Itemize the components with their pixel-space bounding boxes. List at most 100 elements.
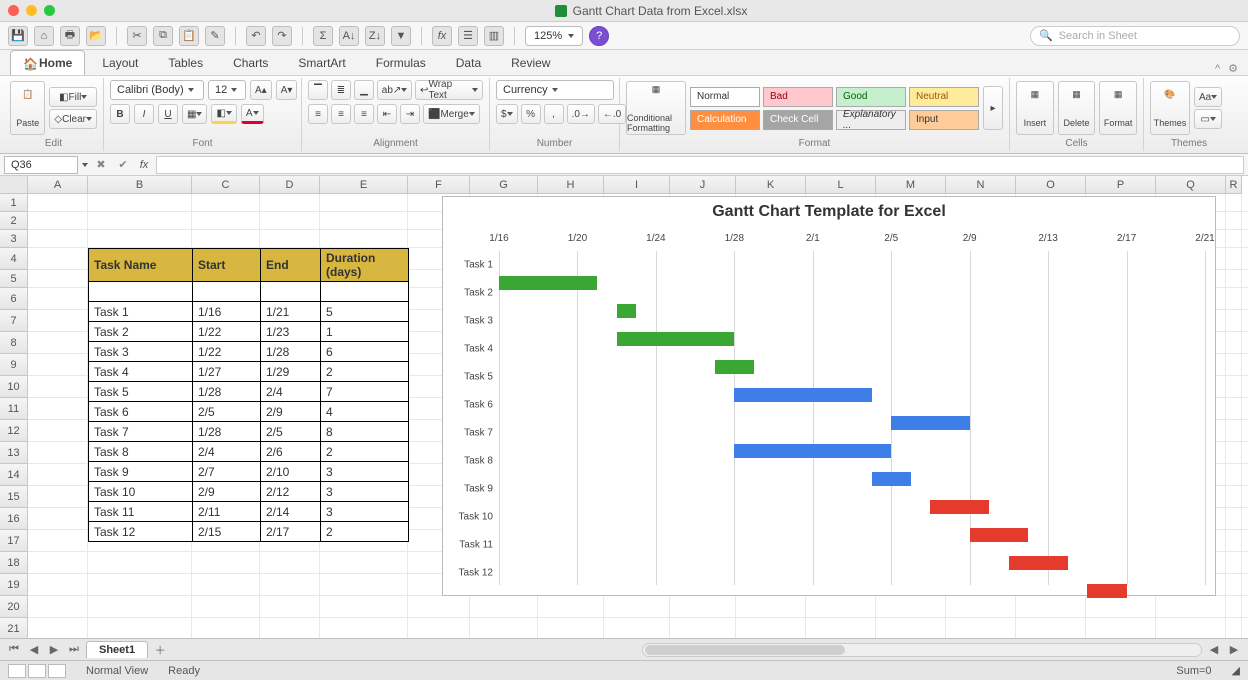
style-normal[interactable]: Normal	[690, 87, 760, 107]
cell[interactable]: 2/9	[193, 482, 261, 502]
copy-icon[interactable]: ⧉	[153, 26, 173, 46]
add-sheet-icon[interactable]: ＋	[152, 642, 168, 658]
row-header-20[interactable]: 20	[0, 596, 28, 618]
cell-styles-gallery[interactable]: Normal Bad Good Neutral	[690, 87, 979, 107]
column-header-D[interactable]: D	[260, 176, 320, 194]
select-all-corner[interactable]	[0, 176, 28, 194]
gantt-bar[interactable]	[970, 528, 1029, 542]
font-name-dropdown[interactable]: Calibri (Body)	[110, 80, 204, 100]
cell[interactable]: Task 11	[89, 502, 193, 522]
cell[interactable]: Task Name	[89, 249, 193, 282]
column-header-O[interactable]: O	[1016, 176, 1086, 194]
cell[interactable]: Task 2	[89, 322, 193, 342]
clear-button[interactable]: ◇ Clear	[49, 109, 97, 129]
cell[interactable]: 2/10	[261, 462, 321, 482]
cell[interactable]: 1/23	[261, 322, 321, 342]
ribbon-tab-smartart[interactable]: SmartArt	[285, 50, 358, 75]
fill-button[interactable]: ◧ Fill	[49, 87, 97, 107]
cell[interactable]: 2	[321, 522, 409, 542]
percent-icon[interactable]: %	[521, 104, 541, 124]
cell[interactable]: 1/28	[193, 422, 261, 442]
align-right-icon[interactable]: ≡	[354, 104, 374, 124]
enter-formula-icon[interactable]: ✔	[114, 158, 132, 171]
home-icon[interactable]: ⌂	[34, 26, 54, 46]
cell[interactable]: Task 10	[89, 482, 193, 502]
column-header-I[interactable]: I	[604, 176, 670, 194]
gantt-bar[interactable]	[930, 500, 989, 514]
row-header-3[interactable]: 3	[0, 230, 28, 248]
sort-desc-icon[interactable]: Z↓	[365, 26, 385, 46]
sort-asc-icon[interactable]: A↓	[339, 26, 359, 46]
cell[interactable]: 4	[321, 402, 409, 422]
style-bad[interactable]: Bad	[763, 87, 833, 107]
style-good[interactable]: Good	[836, 87, 906, 107]
format-painter-icon[interactable]: ✎	[205, 26, 225, 46]
row-header-9[interactable]: 9	[0, 354, 28, 376]
close-icon[interactable]	[8, 5, 19, 16]
cell[interactable]: 1/22	[193, 322, 261, 342]
column-header-G[interactable]: G	[470, 176, 538, 194]
insert-cells-button[interactable]: ▦Insert	[1016, 81, 1054, 135]
zoom-dropdown[interactable]: 125%	[525, 26, 583, 46]
cell[interactable]: Task 6	[89, 402, 193, 422]
cell[interactable]: 6	[321, 342, 409, 362]
row-header-4[interactable]: 4	[0, 248, 28, 270]
cell[interactable]: Task 9	[89, 462, 193, 482]
undo-icon[interactable]: ↶	[246, 26, 266, 46]
cell[interactable]: 2/4	[193, 442, 261, 462]
cell[interactable]: Task 5	[89, 382, 193, 402]
cell[interactable]: 1/16	[193, 302, 261, 322]
open-icon[interactable]: 📂	[86, 26, 106, 46]
cell[interactable]: End	[261, 249, 321, 282]
grid-cells[interactable]: Task NameStartEndDuration (days)Task 11/…	[28, 194, 1248, 638]
merge-button[interactable]: ⬛ Merge	[423, 104, 480, 124]
paste-button[interactable]: 📋Paste	[10, 81, 45, 135]
gantt-bar[interactable]	[617, 332, 735, 346]
search-input[interactable]: 🔍 Search in Sheet	[1030, 26, 1240, 46]
gantt-bar[interactable]	[499, 276, 597, 290]
cell[interactable]: 2/5	[261, 422, 321, 442]
row-header-17[interactable]: 17	[0, 530, 28, 552]
comma-icon[interactable]: ,	[544, 104, 564, 124]
format-cells-button[interactable]: ▦Format	[1099, 81, 1137, 135]
cell[interactable]: Task 4	[89, 362, 193, 382]
normal-view-icon[interactable]	[8, 664, 26, 678]
wrap-text-button[interactable]: ↩ Wrap Text	[415, 80, 483, 100]
cell[interactable]: 1/22	[193, 342, 261, 362]
cell[interactable]: 2/5	[193, 402, 261, 422]
style-input[interactable]: Input	[909, 110, 979, 130]
column-header-F[interactable]: F	[408, 176, 470, 194]
column-header-H[interactable]: H	[538, 176, 604, 194]
cell[interactable]: 2/6	[261, 442, 321, 462]
cell[interactable]: Start	[193, 249, 261, 282]
row-header-12[interactable]: 12	[0, 420, 28, 442]
scroll-right-icon[interactable]: ▶	[1226, 643, 1242, 656]
theme-fonts-icon[interactable]: Aa	[1194, 87, 1222, 107]
last-sheet-icon[interactable]: ⏭	[66, 643, 82, 656]
column-header-C[interactable]: C	[192, 176, 260, 194]
column-header-N[interactable]: N	[946, 176, 1016, 194]
ribbon-tab-home[interactable]: 🏠Home	[10, 50, 85, 75]
delete-cells-button[interactable]: ▦Delete	[1058, 81, 1096, 135]
row-header-7[interactable]: 7	[0, 310, 28, 332]
row-header-16[interactable]: 16	[0, 508, 28, 530]
border-icon[interactable]: ▦	[182, 104, 207, 124]
cell[interactable]: Task 1	[89, 302, 193, 322]
status-resize-icon[interactable]: ◢	[1232, 664, 1240, 677]
column-header-A[interactable]: A	[28, 176, 88, 194]
cell[interactable]: 1	[321, 322, 409, 342]
cell[interactable]: 1/29	[261, 362, 321, 382]
ribbon-tab-data[interactable]: Data	[443, 50, 494, 75]
row-header-2[interactable]: 2	[0, 212, 28, 230]
style-explanatory[interactable]: Explanatory ...	[836, 110, 906, 130]
row-header-18[interactable]: 18	[0, 552, 28, 574]
worksheet[interactable]: ABCDEFGHIJKLMNOPQR 123456789101112131415…	[0, 176, 1248, 638]
currency-icon[interactable]: $	[496, 104, 518, 124]
ribbon-tab-layout[interactable]: Layout	[89, 50, 151, 75]
cell[interactable]: 1/21	[261, 302, 321, 322]
gantt-bar[interactable]	[872, 472, 911, 486]
cell[interactable]: 2	[321, 362, 409, 382]
cell[interactable]: 2/7	[193, 462, 261, 482]
column-header-J[interactable]: J	[670, 176, 736, 194]
chart-icon[interactable]: ▥	[484, 26, 504, 46]
